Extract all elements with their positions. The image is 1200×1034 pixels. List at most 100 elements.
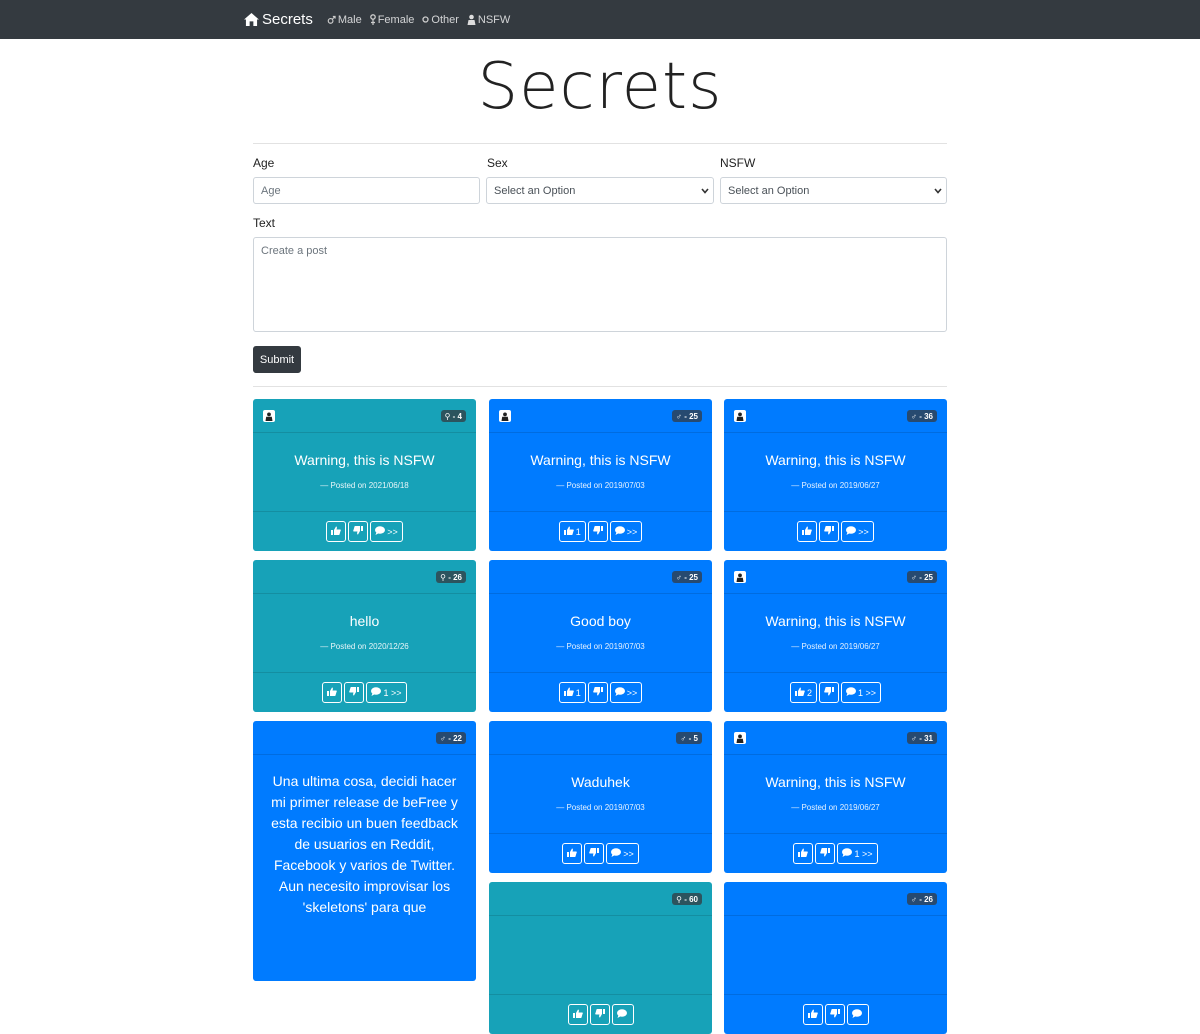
card-footer: 2 1 >> — [724, 672, 947, 712]
post-text: Warning, this is NSFW — [530, 452, 671, 468]
post-card[interactable]: ⚲ - 4 Warning, this is NSFW — Posted on 20… — [253, 399, 476, 551]
sex-age-badge: ⚲ - 60 — [672, 893, 702, 905]
thumbs-up-icon — [572, 1009, 583, 1020]
nsfw-icon — [499, 410, 511, 422]
post-date: — Posted on 2019/06/27 — [791, 642, 880, 651]
post-date: — Posted on 2019/07/03 — [556, 803, 645, 812]
post-date-text: Posted on 2020/12/26 — [330, 642, 409, 651]
like-button[interactable]: 1 — [558, 521, 586, 542]
post-card[interactable]: ♂ - 31 Warning, this is NSFW — Posted on 2… — [724, 721, 947, 873]
thumbs-down-icon — [824, 687, 834, 698]
thumbs-down-icon — [824, 526, 835, 537]
nav-link-other[interactable]: Other — [422, 14, 459, 26]
dislike-button[interactable] — [824, 1004, 845, 1025]
nsfw-select[interactable]: Select an Option — [720, 177, 947, 204]
thumbs-down-icon — [353, 526, 364, 537]
card-footer: 1 >> — [724, 833, 947, 873]
post-text: Warning, this is NSFW — [765, 774, 906, 790]
post-card[interactable]: ♂ - 25 Good boy — Posted on 2019/07/03 1 >> — [489, 560, 712, 712]
sex-select-value: Select an Option — [494, 184, 576, 197]
comments-button[interactable]: 1 >> — [366, 682, 407, 703]
dislike-button[interactable] — [587, 521, 608, 542]
dislike-button[interactable] — [818, 682, 839, 703]
dislike-button[interactable] — [344, 682, 365, 703]
post-card[interactable]: ⚲ - 26 hello — Posted on 2020/12/26 1 >> — [253, 560, 476, 712]
thumbs-down-icon — [592, 526, 603, 537]
sex-age-badge: ♂ - 25 — [906, 571, 937, 583]
nav-link-label: Other — [431, 13, 459, 26]
post-card[interactable]: ♂ - 25 Warning, this is NSFW — Posted on 2… — [724, 560, 947, 712]
male-icon — [327, 15, 336, 25]
comment-count: 1 >> — [383, 687, 402, 698]
like-button[interactable] — [562, 843, 583, 864]
like-count: 2 — [806, 687, 812, 698]
thumbs-up-icon — [563, 526, 574, 537]
like-button[interactable] — [797, 521, 818, 542]
post-card[interactable]: ♂ - 22 Una ultima cosa, decidi hacer mi p… — [253, 721, 476, 981]
post-card[interactable]: ♂ - 25 Warning, this is NSFW — Posted on 2… — [489, 399, 712, 551]
dislike-button[interactable] — [348, 521, 369, 542]
nav-link-female[interactable]: Female — [369, 14, 414, 26]
card-body: Warning, this is NSFW — Posted on 2019/06… — [724, 433, 947, 490]
dislike-button[interactable] — [815, 843, 836, 864]
post-date: — Posted on 2021/06/18 — [320, 481, 409, 490]
like-button[interactable] — [326, 521, 347, 542]
nav-link-label: Male — [337, 13, 362, 26]
comment-icon — [371, 687, 382, 698]
comments-button[interactable]: >> — [370, 521, 403, 542]
like-button[interactable] — [793, 843, 814, 864]
comments-button[interactable]: >> — [606, 843, 639, 864]
dislike-button[interactable] — [589, 1004, 610, 1025]
post-date-text: Posted on 2019/06/27 — [801, 642, 880, 651]
comments-button[interactable] — [846, 1004, 869, 1025]
dislike-button[interactable] — [819, 521, 840, 542]
card-footer: 1 >> — [489, 511, 712, 551]
thumbs-down-icon — [829, 1009, 840, 1020]
comments-button[interactable] — [611, 1004, 634, 1025]
dislike-button[interactable] — [587, 682, 608, 703]
like-button[interactable] — [322, 682, 343, 703]
like-button[interactable] — [567, 1004, 588, 1025]
post-card[interactable]: ♂ - 5 Waduhek — Posted on 2019/07/03 >> — [489, 721, 712, 873]
comments-button[interactable]: >> — [609, 521, 643, 542]
card-header: ♂ - 26 — [724, 882, 947, 916]
nav-link-nsfw[interactable]: NSFW — [467, 14, 510, 26]
comment-count: >> — [626, 526, 638, 537]
age-input[interactable]: Age — [253, 177, 480, 204]
chevron-down-icon — [934, 187, 942, 194]
post-text: hello — [349, 613, 380, 629]
nsfw-icon — [734, 410, 746, 422]
sex-age-badge: ♂ - 22 — [435, 732, 466, 744]
like-count: 1 — [575, 687, 581, 698]
card-header: ♂ - 36 — [724, 399, 947, 433]
nsfw-icon — [467, 14, 476, 25]
post-text: Una ultima cosa, decidi hacer mi primer … — [271, 773, 458, 915]
chevron-down-icon — [701, 187, 709, 194]
post-textarea[interactable]: Create a post — [253, 237, 947, 332]
sex-select[interactable]: Select an Option — [486, 177, 714, 204]
submit-button[interactable]: Submit — [253, 346, 301, 373]
comments-button[interactable]: >> — [609, 682, 643, 703]
divider — [253, 386, 947, 387]
comment-count: >> — [623, 848, 634, 859]
card-body: Warning, this is NSFW — Posted on 2019/06… — [724, 594, 947, 651]
brand-link[interactable]: Secrets — [244, 11, 313, 28]
like-button[interactable]: 1 — [558, 682, 586, 703]
comments-button[interactable]: >> — [841, 521, 874, 542]
like-button[interactable]: 2 — [789, 682, 817, 703]
card-header: ♂ - 25 — [489, 399, 712, 433]
post-card[interactable]: ♂ - 36 Warning, this is NSFW — Posted on 2… — [724, 399, 947, 551]
post-card[interactable]: ⚲ - 60 — [489, 882, 712, 1034]
thumbs-up-icon — [327, 687, 338, 698]
card-header: ♂ - 22 — [253, 721, 476, 755]
nav-link-male[interactable]: Male — [327, 14, 362, 26]
like-button[interactable] — [802, 1004, 823, 1025]
comments-button[interactable]: 1 >> — [840, 682, 882, 703]
post-card[interactable]: ♂ - 26 — [724, 882, 947, 1034]
card-header: ⚲ - 4 — [253, 399, 476, 433]
post-date: — Posted on 2019/06/27 — [791, 481, 880, 490]
comments-button[interactable]: 1 >> — [837, 843, 878, 864]
card-body: hello — Posted on 2020/12/26 — [253, 594, 476, 651]
dislike-button[interactable] — [584, 843, 605, 864]
thumbs-up-icon — [794, 687, 805, 698]
